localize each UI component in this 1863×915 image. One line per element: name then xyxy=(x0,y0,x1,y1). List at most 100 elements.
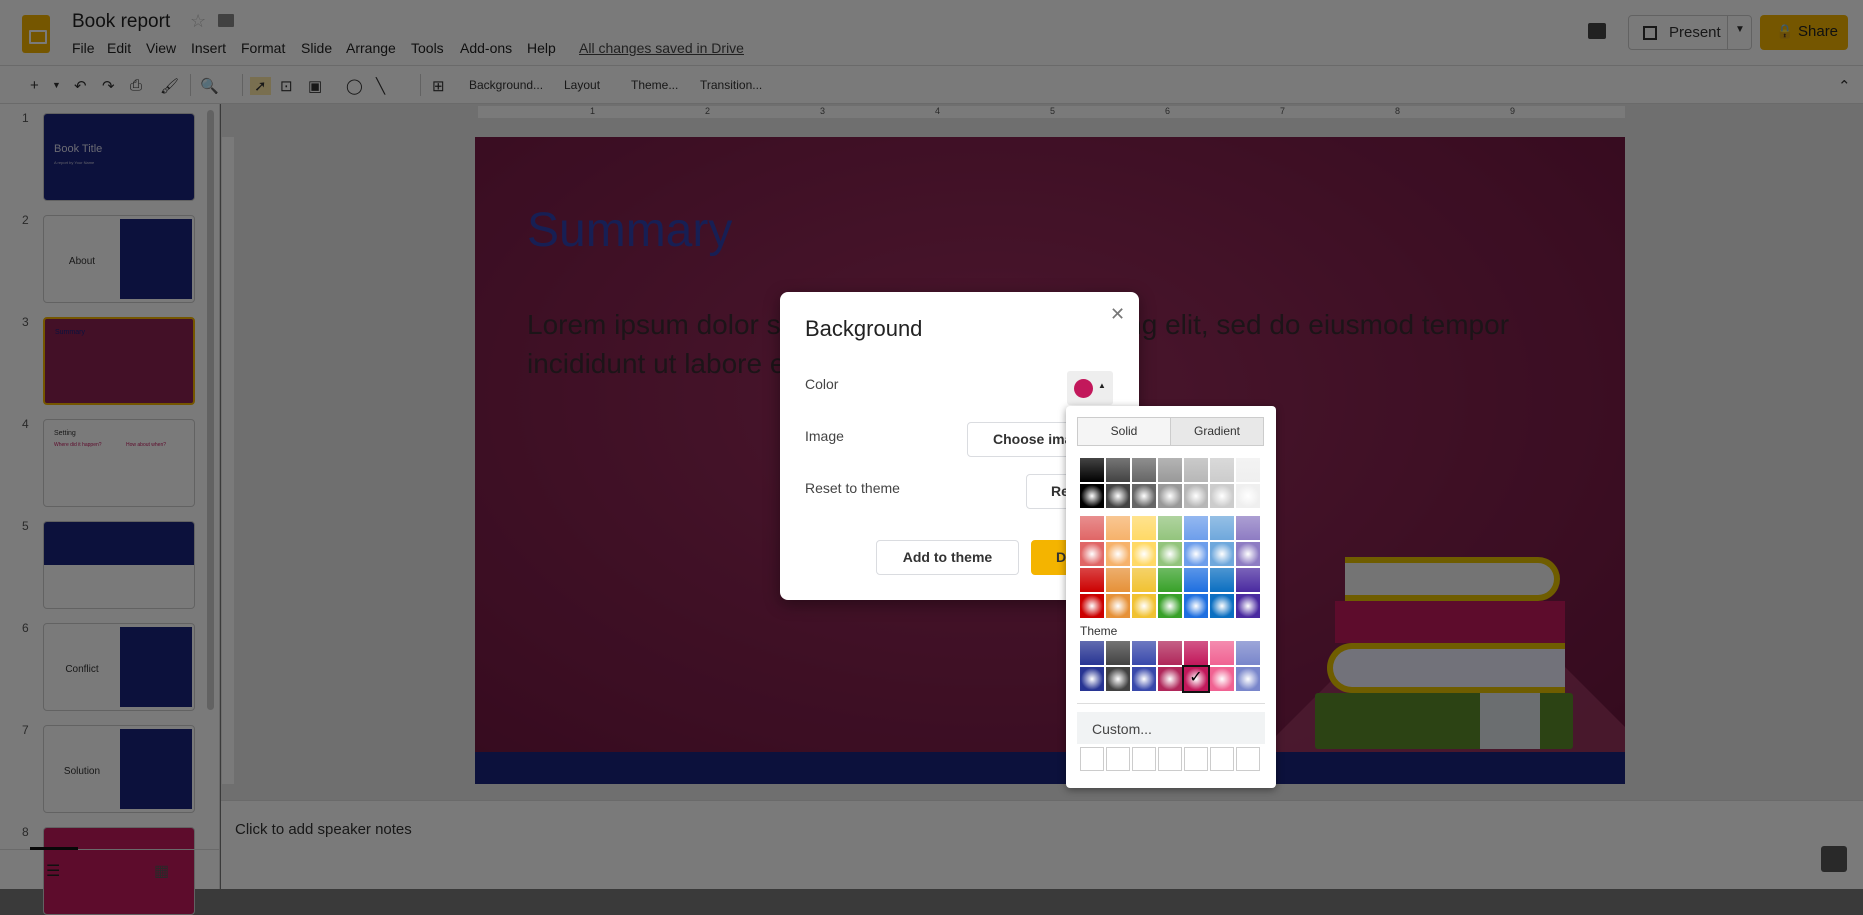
slide-thumbnail[interactable]: About xyxy=(43,215,195,303)
color-swatch[interactable] xyxy=(1184,568,1208,592)
color-swatch[interactable] xyxy=(1158,484,1182,508)
color-swatch[interactable] xyxy=(1158,667,1182,691)
color-swatch[interactable] xyxy=(1158,594,1182,618)
undo-icon[interactable]: ↶ xyxy=(74,77,87,95)
slide-thumbnail[interactable]: Setting Where did it happen? How about whe… xyxy=(43,419,195,507)
color-swatch[interactable] xyxy=(1210,641,1234,665)
custom-color-button[interactable]: Custom... xyxy=(1077,712,1265,744)
menu-edit[interactable]: Edit xyxy=(107,40,131,56)
redo-icon[interactable]: ↷ xyxy=(102,77,115,95)
color-swatch[interactable] xyxy=(1132,458,1156,482)
color-swatch[interactable] xyxy=(1080,484,1104,508)
color-swatch[interactable] xyxy=(1210,568,1234,592)
add-to-theme-button[interactable]: Add to theme xyxy=(876,540,1019,575)
color-swatch[interactable] xyxy=(1158,641,1182,665)
present-button[interactable]: Present ▼ xyxy=(1628,15,1752,50)
comment-add-icon[interactable]: ⊞ xyxy=(432,77,445,95)
slides-logo-icon[interactable] xyxy=(22,15,50,53)
color-swatch[interactable] xyxy=(1158,542,1182,566)
color-picker-button[interactable]: ▲ xyxy=(1067,371,1113,405)
menu-format[interactable]: Format xyxy=(241,40,285,56)
new-slide-icon[interactable]: + xyxy=(30,77,39,94)
slide-thumbnail[interactable]: Solution xyxy=(43,725,195,813)
color-swatch[interactable] xyxy=(1158,516,1182,540)
custom-color-slot[interactable] xyxy=(1236,747,1260,771)
collapse-toolbar-icon[interactable]: ⌃ xyxy=(1838,77,1851,95)
filmstrip-view-icon[interactable]: ☰ xyxy=(46,861,60,881)
slide-title[interactable]: Summary xyxy=(527,203,732,258)
color-swatch[interactable] xyxy=(1184,594,1208,618)
color-swatch[interactable] xyxy=(1080,542,1104,566)
transition-button[interactable]: Transition... xyxy=(700,78,762,92)
color-swatch[interactable] xyxy=(1132,568,1156,592)
slide-thumbnail[interactable] xyxy=(43,521,195,609)
slide-thumbnail[interactable]: Book Title A report by Your Name xyxy=(43,113,195,201)
color-swatch[interactable] xyxy=(1080,594,1104,618)
print-icon[interactable]: ⎙ xyxy=(130,77,142,94)
comments-icon[interactable] xyxy=(1588,23,1606,39)
color-swatch[interactable] xyxy=(1210,484,1234,508)
color-swatch[interactable] xyxy=(1106,484,1130,508)
menu-insert[interactable]: Insert xyxy=(191,40,226,56)
custom-color-slot[interactable] xyxy=(1210,747,1234,771)
filmstrip-scrollbar[interactable] xyxy=(207,110,214,710)
color-swatch[interactable] xyxy=(1236,516,1260,540)
color-swatch[interactable] xyxy=(1132,542,1156,566)
color-swatch[interactable] xyxy=(1106,641,1130,665)
new-slide-dropdown-icon[interactable]: ▼ xyxy=(52,80,61,90)
color-swatch[interactable] xyxy=(1106,542,1130,566)
color-swatch[interactable] xyxy=(1236,568,1260,592)
menu-add-ons[interactable]: Add-ons xyxy=(460,40,512,56)
paint-format-icon[interactable]: 🖌 xyxy=(160,77,179,95)
vertical-ruler[interactable] xyxy=(222,137,234,784)
tab-solid[interactable]: Solid xyxy=(1077,417,1171,446)
color-swatch[interactable] xyxy=(1158,458,1182,482)
color-swatch[interactable] xyxy=(1106,458,1130,482)
color-swatch[interactable] xyxy=(1184,484,1208,508)
color-swatch[interactable] xyxy=(1184,516,1208,540)
custom-color-slot[interactable] xyxy=(1158,747,1182,771)
layout-button[interactable]: Layout xyxy=(564,78,600,92)
custom-color-slot[interactable] xyxy=(1184,747,1208,771)
speaker-notes-placeholder[interactable]: Click to add speaker notes xyxy=(235,821,412,838)
menu-view[interactable]: View xyxy=(146,40,176,56)
document-title[interactable]: Book report xyxy=(72,11,170,33)
text-box-icon[interactable]: ⊡ xyxy=(280,77,293,95)
grid-view-icon[interactable]: ▦ xyxy=(154,861,169,881)
color-swatch[interactable] xyxy=(1080,516,1104,540)
star-icon[interactable]: ☆ xyxy=(190,11,206,32)
color-swatch[interactable] xyxy=(1210,516,1234,540)
color-swatch[interactable] xyxy=(1132,667,1156,691)
menu-help[interactable]: Help xyxy=(527,40,556,56)
color-swatch[interactable] xyxy=(1236,484,1260,508)
save-status-link[interactable]: All changes saved in Drive xyxy=(579,40,744,56)
color-swatch[interactable] xyxy=(1236,641,1260,665)
slide-thumbnail[interactable]: Summary xyxy=(43,317,195,405)
close-icon[interactable]: ✕ xyxy=(1110,304,1125,325)
color-swatch[interactable] xyxy=(1236,542,1260,566)
color-swatch[interactable] xyxy=(1106,594,1130,618)
color-swatch[interactable] xyxy=(1132,641,1156,665)
color-swatch[interactable] xyxy=(1080,458,1104,482)
color-swatch[interactable] xyxy=(1184,542,1208,566)
menu-file[interactable]: File xyxy=(72,40,95,56)
explore-icon[interactable] xyxy=(1821,846,1847,872)
menu-arrange[interactable]: Arrange xyxy=(346,40,396,56)
custom-color-slot[interactable] xyxy=(1106,747,1130,771)
menu-slide[interactable]: Slide xyxy=(301,40,332,56)
speaker-notes[interactable]: Click to add speaker notes xyxy=(221,800,1863,889)
color-swatch[interactable] xyxy=(1236,458,1260,482)
custom-color-slot[interactable] xyxy=(1132,747,1156,771)
color-swatch[interactable] xyxy=(1106,568,1130,592)
color-swatch[interactable] xyxy=(1132,516,1156,540)
color-swatch[interactable] xyxy=(1210,458,1234,482)
color-swatch[interactable] xyxy=(1184,458,1208,482)
color-swatch[interactable] xyxy=(1236,594,1260,618)
line-icon[interactable]: ╲ xyxy=(376,77,385,95)
color-swatch[interactable] xyxy=(1210,542,1234,566)
horizontal-ruler[interactable]: 1 2 3 4 5 6 7 8 9 xyxy=(478,106,1625,118)
background-button[interactable]: Background... xyxy=(469,78,543,92)
color-swatch[interactable] xyxy=(1210,594,1234,618)
color-swatch[interactable] xyxy=(1184,641,1208,665)
menu-tools[interactable]: Tools xyxy=(411,40,444,56)
